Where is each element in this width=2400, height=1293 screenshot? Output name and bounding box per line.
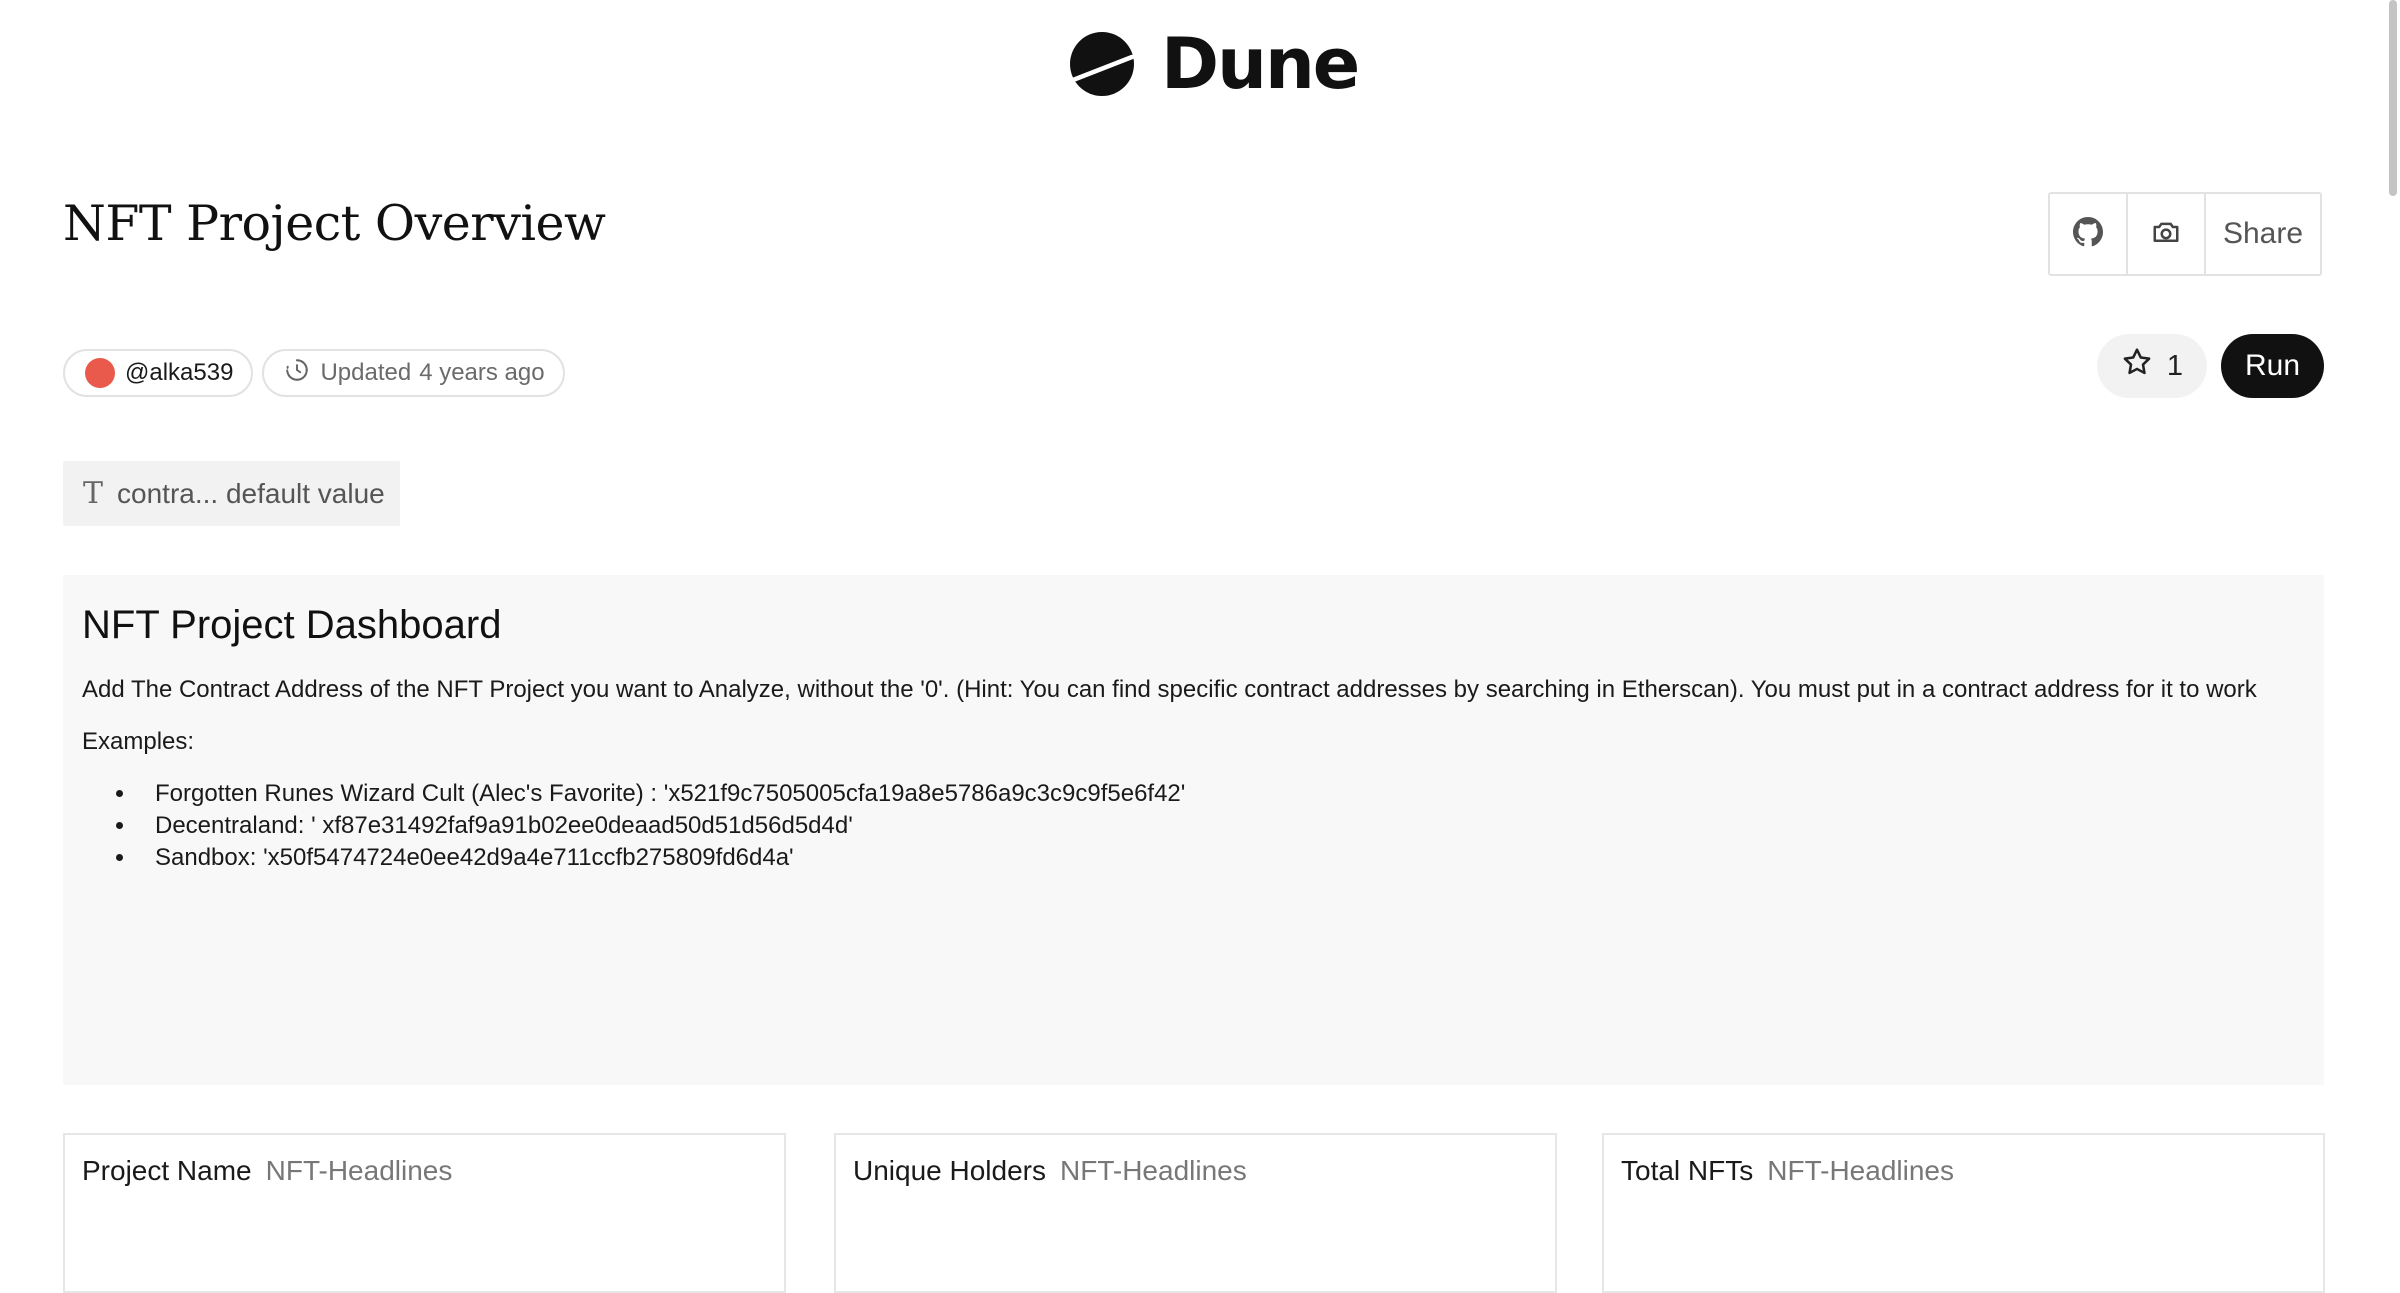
brand-name[interactable]: Dune (1161, 24, 1360, 104)
card-subtitle[interactable]: NFT-Headlines (1060, 1155, 1247, 1186)
run-button[interactable]: Run (2221, 334, 2324, 398)
contract-parameter-input[interactable] (117, 477, 388, 510)
dashboard-actions: Share (2048, 192, 2322, 276)
card-subtitle[interactable]: NFT-Headlines (1767, 1155, 1954, 1186)
clock-icon (284, 357, 310, 390)
card-title: Project Name (82, 1155, 252, 1186)
list-item: Sandbox: 'x50f5474724e0ee42d9a4e711ccfb2… (137, 842, 2305, 874)
widget-heading: NFT Project Dashboard (82, 603, 502, 647)
updated-value: 4 years ago (419, 359, 545, 386)
card-title: Total NFTs (1621, 1155, 1754, 1186)
github-icon (2073, 216, 2103, 252)
author-name: @alka539 (125, 359, 234, 386)
dune-logo-icon[interactable] (1069, 31, 1135, 97)
card-title: Unique Holders (853, 1155, 1046, 1186)
page-scrollbar[interactable] (2389, 0, 2397, 196)
card-subtitle[interactable]: NFT-Headlines (266, 1155, 453, 1186)
page-title: NFT Project Overview (63, 195, 606, 252)
screenshot-button[interactable] (2128, 194, 2206, 274)
counter-card-project-name: Project Name NFT-Headlines (63, 1133, 786, 1293)
counter-card-total-nfts: Total NFTs NFT-Headlines (1602, 1133, 2325, 1293)
author-pill[interactable]: @alka539 (63, 349, 254, 397)
star-icon (2121, 346, 2153, 386)
list-item: Decentraland: ' xf87e31492faf9a91b02ee0d… (137, 810, 2305, 842)
dashboard-meta: @alka539 Updated 4 years ago (63, 349, 565, 397)
github-button[interactable] (2050, 194, 2128, 274)
text-type-icon: T (83, 476, 104, 511)
star-count: 1 (2166, 349, 2184, 382)
widget-paragraph: Add The Contract Address of the NFT Proj… (82, 676, 2257, 703)
updated-pill: Updated 4 years ago (262, 349, 565, 397)
contract-parameter[interactable]: T (63, 461, 400, 526)
examples-list: Forgotten Runes Wizard Cult (Alec's Favo… (82, 778, 2305, 874)
examples-label: Examples: (82, 728, 195, 755)
avatar (85, 358, 115, 388)
star-button[interactable]: 1 (2097, 334, 2207, 398)
text-widget: NFT Project Dashboard Add The Contract A… (63, 575, 2324, 1085)
counter-card-unique-holders: Unique Holders NFT-Headlines (834, 1133, 1557, 1293)
updated-label: Updated (320, 359, 412, 386)
camera-icon (2151, 217, 2181, 252)
list-item: Forgotten Runes Wizard Cult (Alec's Favo… (137, 778, 2305, 810)
share-button[interactable]: Share (2206, 194, 2320, 274)
